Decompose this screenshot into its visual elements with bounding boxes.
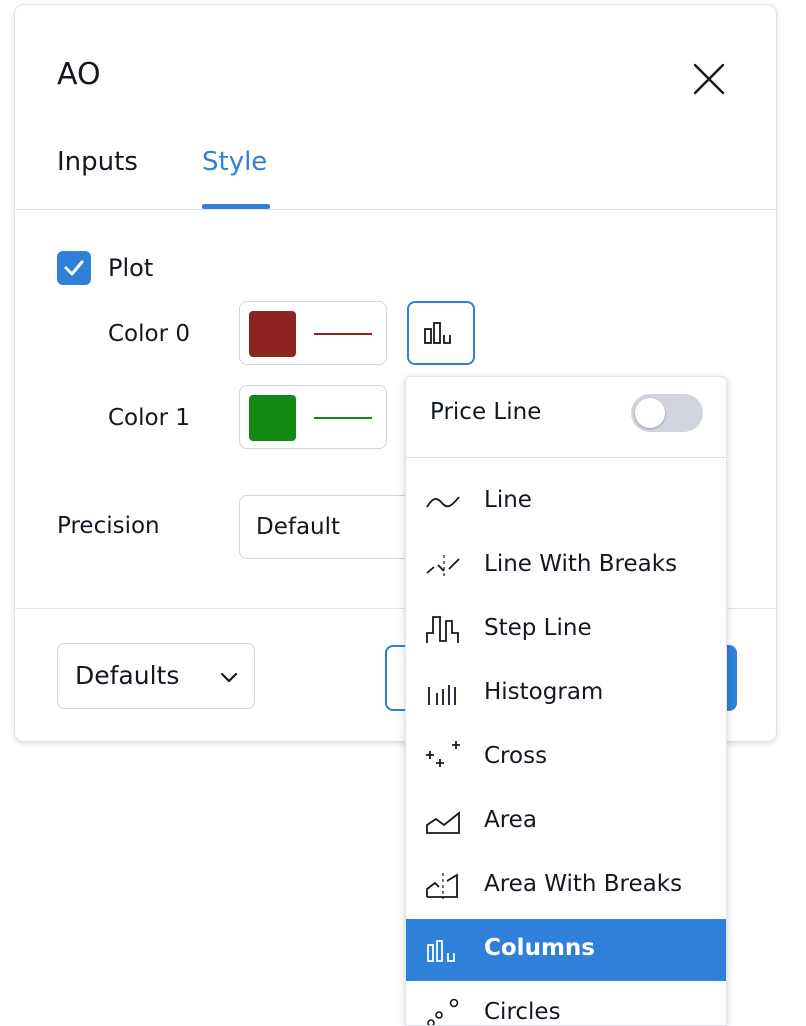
tab-style[interactable]: Style [202,147,267,177]
plot-type-columns[interactable]: Columns [406,919,726,981]
plot-type-dropdown: Price Line Line Line With Breaks Step Li… [405,376,727,1026]
columns-icon [427,940,455,962]
plot-type-histogram[interactable]: Histogram [406,663,726,725]
color-0-swatch [249,311,296,357]
defaults-button[interactable]: Defaults [57,643,255,709]
plot-type-button[interactable] [407,301,475,365]
header-divider [15,209,776,210]
plot-type-circles[interactable]: Circles [406,983,726,1025]
plot-checkbox[interactable] [57,251,91,285]
plot-type-line-with-breaks[interactable]: Line With Breaks [406,535,726,597]
plot-type-line[interactable]: Line [406,471,726,533]
area-with-breaks-icon [426,873,458,899]
price-line-row[interactable]: Price Line [406,377,726,457]
close-icon [693,63,725,95]
histogram-icon [428,685,456,705]
defaults-label: Defaults [75,661,180,690]
color-1-swatch [249,395,296,441]
color-1-label: Color 1 [108,405,190,431]
circles-icon [427,998,459,1025]
dropdown-divider [406,457,726,458]
tab-inputs[interactable]: Inputs [57,147,138,177]
chevron-down-icon [220,672,238,683]
columns-icon [424,322,451,344]
area-icon [426,811,460,834]
plot-type-area[interactable]: Area [406,791,726,853]
color-0-line-sample [314,333,372,335]
plot-label: Plot [108,254,154,282]
precision-label: Precision [57,513,160,539]
plot-type-area-with-breaks[interactable]: Area With Breaks [406,855,726,917]
price-line-label: Price Line [430,399,542,425]
color-0-label: Color 0 [108,321,190,347]
dialog-title: AO [57,57,101,92]
plot-type-cross[interactable]: Cross [406,727,726,789]
step-line-icon [426,616,459,643]
color-0-picker[interactable] [239,301,387,365]
plot-type-step-line[interactable]: Step Line [406,599,726,661]
line-icon [426,496,460,508]
checkmark-icon [64,260,84,276]
precision-value: Default [256,514,341,540]
color-1-line-sample [314,417,372,419]
line-with-breaks-icon [426,555,460,579]
color-1-picker[interactable] [239,385,387,449]
cross-icon [426,741,460,767]
close-button[interactable] [691,61,727,97]
price-line-toggle[interactable] [631,394,703,432]
toggle-knob [635,398,665,428]
